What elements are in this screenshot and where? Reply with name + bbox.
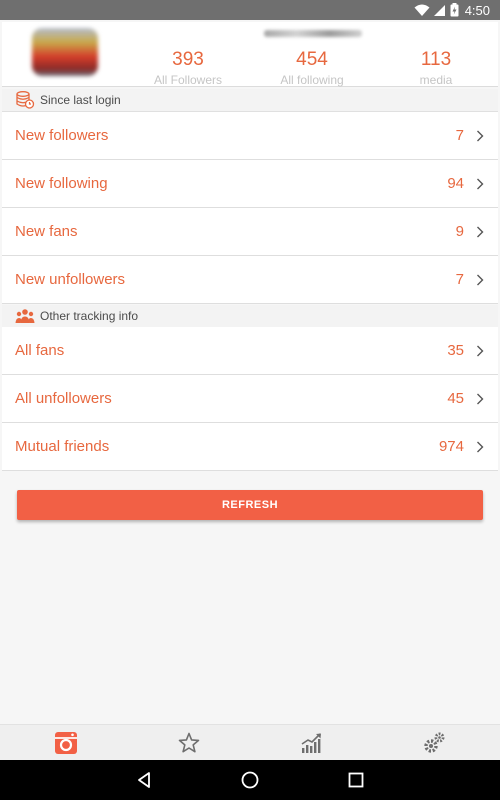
system-nav-bar bbox=[0, 760, 500, 800]
row-count: 7 bbox=[455, 127, 464, 144]
profile-summary: 393 All Followers 454 All following 113 … bbox=[2, 22, 498, 87]
section-title: Other tracking info bbox=[40, 309, 139, 323]
row-label: New unfollowers bbox=[15, 271, 126, 288]
chart-icon[interactable] bbox=[300, 731, 324, 755]
section-header-since-last-login: Since last login bbox=[2, 89, 498, 112]
home-icon[interactable] bbox=[240, 770, 260, 790]
bottom-nav bbox=[0, 724, 500, 761]
back-icon[interactable] bbox=[135, 770, 155, 790]
chevron-right-icon bbox=[476, 130, 484, 142]
stat-media-label: media bbox=[419, 73, 453, 87]
row-count: 94 bbox=[447, 175, 464, 192]
status-bar: 4:50 bbox=[0, 0, 500, 20]
camera-icon[interactable] bbox=[54, 731, 78, 755]
refresh-button[interactable]: REFRESH bbox=[17, 490, 483, 520]
gears-icon[interactable] bbox=[422, 731, 446, 755]
status-time: 4:50 bbox=[464, 2, 490, 18]
people-icon bbox=[15, 308, 37, 324]
stat-media[interactable]: 113 media bbox=[376, 49, 496, 88]
row-label: New following bbox=[15, 175, 108, 192]
chevron-right-icon bbox=[476, 226, 484, 238]
row-mutual-friends[interactable]: Mutual friends 974 bbox=[2, 423, 498, 471]
chevron-right-icon bbox=[476, 345, 484, 357]
section-title: Since last login bbox=[40, 93, 121, 107]
row-new-following[interactable]: New following 94 bbox=[2, 160, 498, 208]
row-label: All unfollowers bbox=[15, 390, 112, 407]
row-new-followers[interactable]: New followers 7 bbox=[2, 112, 498, 160]
row-count: 974 bbox=[438, 438, 464, 455]
stat-followers[interactable]: 393 All Followers bbox=[128, 49, 248, 88]
stat-following[interactable]: 454 All following bbox=[252, 49, 372, 88]
stat-followers-value: 393 bbox=[172, 49, 204, 70]
database-clock-icon bbox=[15, 91, 37, 109]
row-label: All fans bbox=[15, 342, 65, 359]
row-label: New followers bbox=[15, 127, 109, 144]
chevron-right-icon bbox=[476, 441, 484, 453]
stat-following-label: All following bbox=[280, 73, 344, 87]
row-label: New fans bbox=[15, 223, 78, 240]
row-count: 35 bbox=[447, 342, 464, 359]
row-count: 9 bbox=[455, 223, 464, 240]
row-new-unfollowers[interactable]: New unfollowers 7 bbox=[2, 256, 498, 304]
row-label: Mutual friends bbox=[15, 438, 110, 455]
star-icon[interactable] bbox=[177, 731, 201, 755]
row-new-fans[interactable]: New fans 9 bbox=[2, 208, 498, 256]
section-header-other-tracking: Other tracking info bbox=[2, 305, 498, 328]
status-icons: 4:50 bbox=[414, 2, 490, 18]
row-count: 45 bbox=[447, 390, 464, 407]
signal-icon bbox=[433, 4, 445, 16]
username-redacted bbox=[264, 30, 362, 37]
stat-followers-label: All Followers bbox=[153, 73, 222, 87]
battery-icon bbox=[450, 3, 459, 17]
recents-icon[interactable] bbox=[346, 770, 366, 790]
stat-media-value: 113 bbox=[420, 49, 452, 70]
stat-following-value: 454 bbox=[296, 49, 328, 70]
row-all-unfollowers[interactable]: All unfollowers 45 bbox=[2, 375, 498, 423]
chevron-right-icon bbox=[476, 274, 484, 286]
row-all-fans[interactable]: All fans 35 bbox=[2, 327, 498, 375]
row-count: 7 bbox=[455, 271, 464, 288]
chevron-right-icon bbox=[476, 178, 484, 190]
chevron-right-icon bbox=[476, 393, 484, 405]
avatar[interactable] bbox=[32, 28, 98, 76]
wifi-icon bbox=[414, 4, 430, 16]
